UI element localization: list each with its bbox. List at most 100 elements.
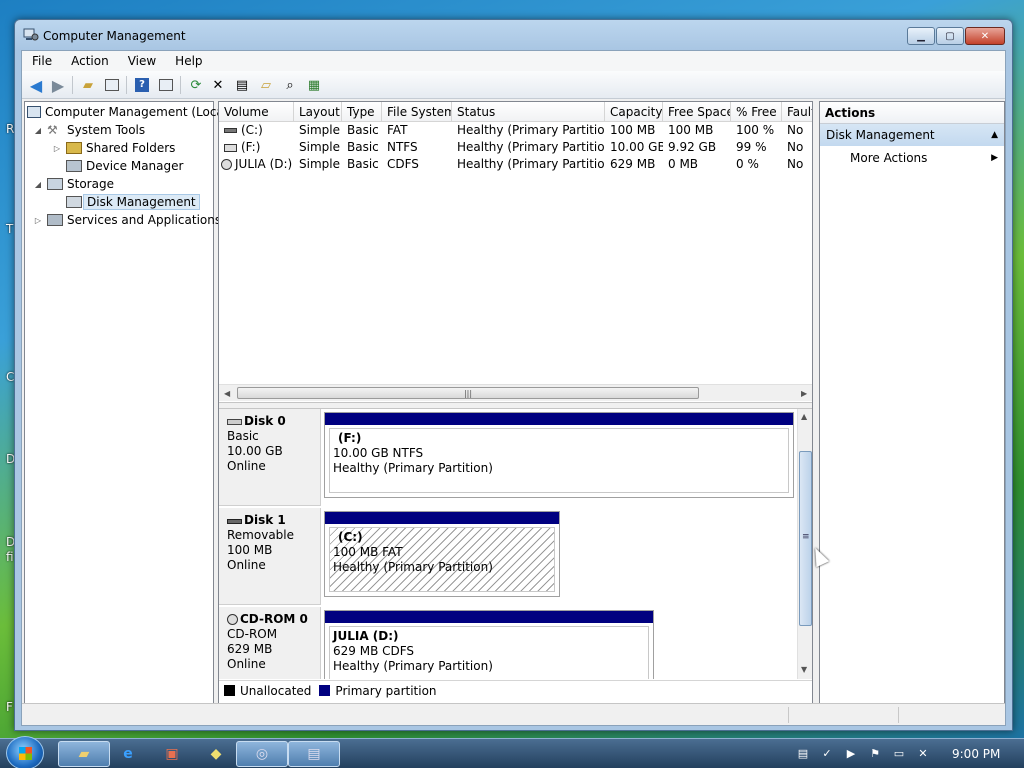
expand-arrow-icon[interactable]: ▷ [33, 216, 43, 225]
capacity-cell: 629 MB [610, 157, 656, 171]
tree-item-shared-folders[interactable]: ▷ Shared Folders [52, 139, 175, 157]
disk-view-vertical-scrollbar[interactable]: ▲ ≡ ▼ [797, 409, 812, 679]
computer-management-icon [23, 28, 39, 41]
forward-button[interactable]: ▶ [48, 75, 68, 95]
desktop-icon-label[interactable]: T [6, 222, 13, 236]
column-file-system[interactable]: File System [382, 102, 452, 122]
show-hide-action-pane-button[interactable] [156, 75, 176, 95]
column-status[interactable]: Status [452, 102, 605, 122]
disk-name: CD-ROM 0 [240, 612, 308, 626]
volume-row[interactable]: (F:) Simple Basic NTFS Healthy (Primary … [219, 139, 812, 156]
volume-list-horizontal-scrollbar[interactable]: ◀ ||| ▶ [219, 384, 812, 401]
up-folder-icon: ▰ [83, 77, 93, 93]
disk-kind: Basic [227, 429, 259, 443]
layout-cell: Simple [299, 140, 340, 154]
up-folder-button[interactable]: ▰ [78, 75, 98, 95]
tray-volume-muted-icon[interactable]: ✕ [916, 747, 930, 761]
maximize-button[interactable]: ▢ [936, 27, 964, 45]
tree-item-computer-management[interactable]: Computer Management (Local [27, 103, 227, 121]
percent-free-cell: 0 % [736, 157, 759, 171]
computer-management-window: Computer Management ▁ ▢ ✕ File Action Vi… [14, 19, 1013, 731]
primary-partition-swatch [319, 685, 331, 696]
taskbar-app[interactable]: ◆ [190, 741, 242, 767]
disk-row[interactable]: Disk 1 Removable 100 MB Online (C:) 100 … [219, 508, 797, 606]
column-fault-tolerance[interactable]: Fault [782, 102, 812, 122]
disk-view-scroll-thumb[interactable]: ≡ [799, 451, 812, 626]
refresh-button[interactable]: ⟳ [186, 75, 206, 95]
tree-item-services-and-applications[interactable]: ▷ Services and Applications [33, 211, 221, 229]
desktop-icon-label[interactable]: F [6, 700, 13, 714]
tray-app-icon[interactable]: ⚑ [868, 747, 882, 761]
help-button[interactable]: ? [132, 75, 152, 95]
partition-detail: 100 MB FAT [333, 545, 403, 559]
tray-network-icon[interactable]: ▤ [796, 747, 810, 761]
partition-block[interactable]: JULIA (D:) 629 MB CDFS Healthy (Primary … [324, 610, 654, 679]
expand-arrow-icon[interactable]: ▷ [52, 144, 62, 153]
menu-action[interactable]: Action [61, 54, 118, 68]
tree-item-system-tools[interactable]: ◢ ⚒ System Tools [33, 121, 145, 139]
open-button[interactable]: ▱ [256, 75, 276, 95]
actions-section-disk-management[interactable]: Disk Management ▲ [820, 124, 1004, 146]
taskbar-disk-app[interactable]: ◎ [236, 741, 288, 767]
disk-row[interactable]: Disk 0 Basic 10.00 GB Online (F:) 10.00 … [219, 409, 797, 507]
tree-item-disk-management[interactable]: Disk Management [66, 193, 200, 211]
back-button[interactable]: ◀ [26, 75, 46, 95]
search-icon: ⌕ [286, 77, 294, 93]
pane-splitter[interactable] [219, 402, 812, 409]
scroll-right-icon[interactable]: ▶ [801, 389, 807, 398]
disk-name: Disk 0 [244, 414, 286, 428]
partition-color-bar [325, 413, 793, 425]
disk-row[interactable]: CD-ROM 0 CD-ROM 629 MB Online JULIA (D:)… [219, 607, 797, 679]
tree-item-label: System Tools [67, 123, 146, 137]
volume-cell: (F:) [219, 139, 294, 156]
column-type[interactable]: Type [342, 102, 382, 122]
disk-info: Disk 1 Removable 100 MB Online [219, 508, 321, 605]
show-hide-tree-button[interactable] [102, 75, 122, 95]
tray-display-icon[interactable]: ▭ [892, 747, 906, 761]
volume-row[interactable]: JULIA (D:) Simple Basic CDFS Healthy (Pr… [219, 156, 812, 173]
column-percent-free[interactable]: % Free [731, 102, 782, 122]
delete-button[interactable]: ✕ [208, 75, 228, 95]
column-layout[interactable]: Layout [294, 102, 342, 122]
tray-security-icon[interactable]: ✓ [820, 747, 834, 761]
volume-name: JULIA (D:) [235, 157, 293, 171]
collapse-arrow-icon[interactable]: ◢ [33, 126, 43, 135]
desktop-icon-label[interactable]: fi [6, 550, 14, 564]
partition-block[interactable]: (C:) 100 MB FAT Healthy (Primary Partiti… [324, 511, 560, 597]
taskbar-clock[interactable]: 9:00 PM [952, 747, 1000, 761]
more-actions-item[interactable]: More Actions ▶ [820, 146, 1004, 170]
menu-help[interactable]: Help [165, 54, 211, 68]
percent-free-cell: 100 % [736, 123, 775, 137]
capacity-cell: 100 MB [610, 123, 656, 137]
properties-button[interactable]: ▤ [232, 75, 252, 95]
column-free-space[interactable]: Free Space [663, 102, 731, 122]
menu-file[interactable]: File [22, 54, 61, 68]
collapse-arrow-icon[interactable]: ◢ [33, 180, 43, 189]
partition-status: Healthy (Primary Partition) [333, 659, 493, 673]
volume-list-scroll-thumb[interactable]: ||| [237, 387, 699, 399]
scroll-left-icon[interactable]: ◀ [224, 389, 230, 398]
search-button[interactable]: ⌕ [280, 75, 300, 95]
close-button[interactable]: ✕ [965, 27, 1005, 45]
tray-media-icon[interactable]: ▶ [844, 747, 858, 761]
start-button[interactable] [6, 736, 44, 768]
taskbar-computer-management[interactable]: ▤ [288, 741, 340, 767]
collapse-up-icon[interactable]: ▲ [991, 124, 998, 146]
column-volume[interactable]: Volume [219, 102, 294, 122]
scroll-up-icon[interactable]: ▲ [801, 412, 807, 421]
title-bar[interactable]: Computer Management ▁ ▢ ✕ [15, 20, 1012, 50]
status-cell: Healthy (Primary Partition) [457, 140, 605, 154]
partition-block[interactable]: (F:) 10.00 GB NTFS Healthy (Primary Part… [324, 412, 794, 498]
layout-cell: Simple [299, 123, 340, 137]
menu-view[interactable]: View [118, 54, 165, 68]
window-client: File Action View Help ◀ ▶ ▰ ? ⟳ ✕ ▤ ▱ ⌕ … [21, 50, 1006, 726]
rescan-disks-button[interactable]: ▦ [304, 75, 324, 95]
minimize-button[interactable]: ▁ [907, 27, 935, 45]
tree-item-storage[interactable]: ◢ Storage [33, 175, 114, 193]
tree-item-device-manager[interactable]: Device Manager [66, 157, 183, 175]
disk-kind: CD-ROM [227, 627, 278, 641]
removable-disk-icon [227, 519, 242, 524]
volume-row[interactable]: (C:) Simple Basic FAT Healthy (Primary P… [219, 122, 812, 139]
column-capacity[interactable]: Capacity [605, 102, 663, 122]
scroll-down-icon[interactable]: ▼ [801, 665, 807, 674]
